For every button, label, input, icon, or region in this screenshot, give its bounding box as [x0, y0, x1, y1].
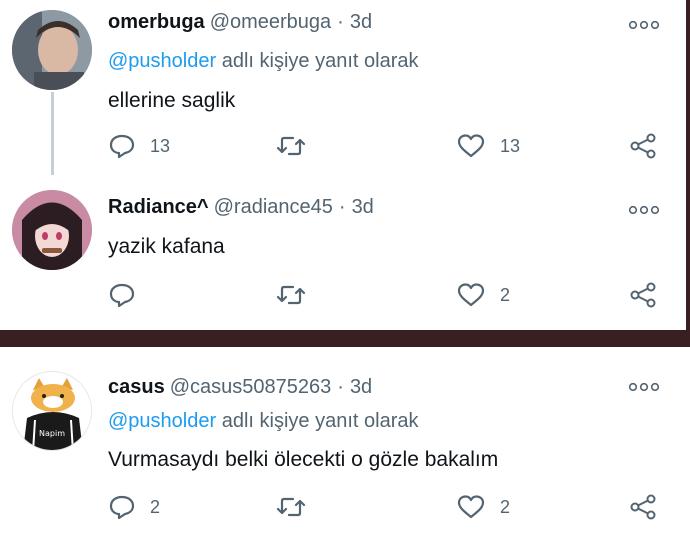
- retweet-button[interactable]: [276, 132, 320, 160]
- tweet-header: Radiance^ @radiance45 · 3d: [108, 196, 374, 219]
- avatar[interactable]: Napim: [12, 371, 92, 451]
- retweet-icon: [276, 136, 306, 156]
- like-count: 13: [500, 135, 521, 156]
- tweet-text: ellerine saglik: [108, 89, 236, 112]
- retweet-icon: [276, 285, 306, 305]
- speech-bubble-icon: [109, 495, 135, 520]
- like-button[interactable]: 13: [456, 132, 520, 160]
- reply-count: 13: [150, 135, 171, 156]
- conversation-card-top: omerbuga @omeerbuga · 3d @pusholder adlı ki…: [0, 0, 686, 330]
- action-bar: 13 13: [108, 132, 668, 160]
- avatar-badge: Napim: [39, 429, 65, 438]
- share-button[interactable]: [628, 493, 658, 521]
- reply-context-text: adlı kişiye yanıt olarak: [221, 50, 419, 72]
- tweet-text: Vurmasaydı belki ölecekti o gözle bakalı…: [108, 448, 499, 471]
- speech-bubble-icon: [109, 283, 135, 308]
- speech-bubble-icon: [109, 134, 135, 159]
- reply-button[interactable]: 13: [108, 132, 170, 160]
- handle[interactable]: @radiance45: [214, 196, 333, 218]
- tweet-text: yazik kafana: [108, 235, 225, 258]
- reply-context-text: adlı kişiye yanıt olarak: [221, 410, 419, 432]
- tweet-casus[interactable]: Napim casus @casus50875263 · 3d @pusholder …: [0, 347, 690, 549]
- heart-icon: [457, 134, 485, 158]
- reply-button[interactable]: 2: [108, 493, 160, 521]
- share-icon: [630, 133, 656, 159]
- more-dots-icon[interactable]: [628, 380, 660, 394]
- tweet-header: casus @casus50875263 · 3d: [108, 376, 372, 399]
- like-count: 2: [500, 284, 511, 305]
- like-button[interactable]: 2: [456, 281, 510, 309]
- share-button[interactable]: [628, 281, 658, 309]
- reply-mention-link[interactable]: @pusholder: [108, 410, 216, 432]
- reply-mention-link[interactable]: @pusholder: [108, 50, 216, 72]
- separator: ·: [338, 196, 346, 218]
- tweet-header: omerbuga @omeerbuga · 3d: [108, 11, 372, 34]
- display-name[interactable]: Radiance^: [108, 196, 209, 218]
- display-name[interactable]: casus: [108, 376, 165, 398]
- conversation-card-bottom: Napim casus @casus50875263 · 3d @pusholder …: [0, 347, 690, 549]
- timestamp[interactable]: 3d: [350, 376, 372, 398]
- like-count: 2: [500, 496, 511, 517]
- timestamp[interactable]: 3d: [352, 196, 374, 218]
- display-name[interactable]: omerbuga: [108, 11, 205, 33]
- reply-button[interactable]: [108, 281, 150, 309]
- retweet-button[interactable]: [276, 281, 320, 309]
- avatar-anime-icon: [12, 190, 92, 270]
- heart-icon: [457, 495, 485, 519]
- tweet-omerbuga[interactable]: omerbuga @omeerbuga · 3d @pusholder adlı ki…: [0, 0, 686, 175]
- action-bar: 2: [108, 281, 668, 309]
- retweet-icon: [276, 497, 306, 517]
- tweet-radiance[interactable]: Radiance^@radiance45· 3d yazik kafana: [0, 175, 686, 330]
- separator: ·: [337, 11, 344, 33]
- avatar-cat-icon: [13, 372, 91, 450]
- timestamp[interactable]: 3d: [350, 11, 372, 33]
- reply-count: 2: [150, 496, 161, 517]
- share-button[interactable]: [628, 132, 658, 160]
- handle[interactable]: @omeerbuga: [210, 11, 331, 33]
- separator: ·: [337, 376, 344, 398]
- handle[interactable]: @casus50875263: [170, 376, 332, 398]
- thread-line: [51, 92, 54, 175]
- avatar[interactable]: [12, 190, 92, 270]
- like-button[interactable]: 2: [456, 493, 510, 521]
- more-dots-icon[interactable]: [628, 18, 660, 32]
- share-icon: [630, 282, 656, 308]
- share-icon: [630, 494, 656, 520]
- avatar-photo-icon: [12, 10, 92, 90]
- retweet-button[interactable]: [276, 493, 320, 521]
- heart-icon: [457, 283, 485, 307]
- reply-context: @pusholder adlı kişiye yanıt olarak: [108, 50, 418, 73]
- avatar[interactable]: [12, 10, 92, 90]
- more-dots-icon[interactable]: [628, 203, 660, 217]
- action-bar: 2 2: [108, 493, 668, 521]
- reply-context: @pusholder adlı kişiye yanıt olarak: [108, 410, 418, 433]
